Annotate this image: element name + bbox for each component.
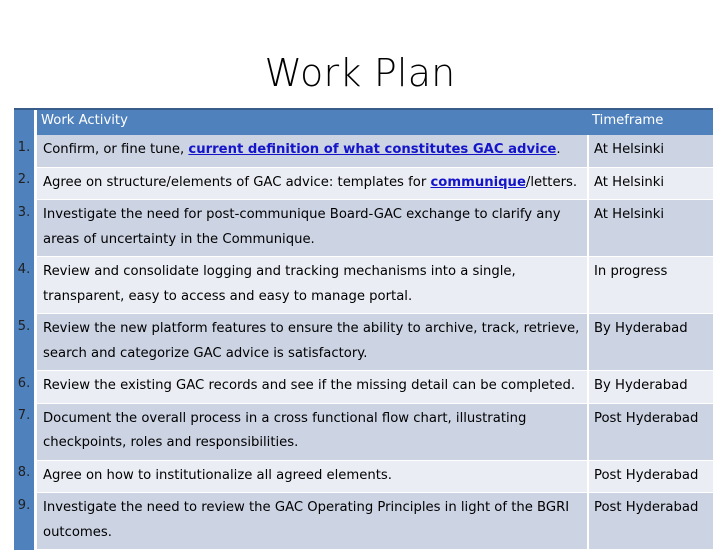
activity-text: Review the existing GAC records and see … [43,378,576,393]
table-row: 5. Review the new platform features to en… [14,313,713,371]
row-activity: Agree on structure/elements of GAC advic… [37,167,588,200]
activity-text: Agree on how to institutionalize all agr… [43,467,392,483]
page-title: Work Plan [264,51,456,95]
row-activity: Review the existing GAC records and see … [37,370,588,404]
row-activity: Investigate the need for post-communique… [37,199,588,257]
table-row: 7. Document the overall process in a cros… [14,403,713,461]
slide-root: Work Plan Work Activity Timeframe 1. Con… [0,0,720,550]
header-number-cell [14,108,34,135]
header-timeframe-cell: Timeframe [588,108,713,135]
activity-hyperlink[interactable]: current definition of what constitutes G… [188,142,556,157]
table-header-row: Work Activity Timeframe [14,108,713,135]
row-timeframe: In progress [587,256,713,314]
row-number: 6. [14,370,34,403]
row-timeframe: At Helsinki [587,199,713,257]
row-number: 3. [14,199,34,257]
row-number: 8. [14,460,34,493]
activity-text: Agree on structure/elements of GAC advic… [43,174,578,190]
work-plan-table-wrapper: Work Activity Timeframe 1. Confirm, or fi… [14,108,713,550]
activity-text: Document the overall process in a cross … [43,410,527,451]
header-timeframe-label: Timeframe [592,113,664,128]
header-activity-cell: Work Activity [37,108,588,135]
row-number: 9. [14,492,34,550]
row-number: 7. [14,403,34,460]
row-activity: Review and consolidate logging and track… [37,256,588,314]
table-row: 8. Agree on how to institutionalize all a… [14,460,713,493]
row-activity: Agree on how to institutionalize all agr… [37,460,588,493]
activity-text: Investigate the need to review the GAC O… [43,500,570,540]
table-row: 3. Investigate the need for post-communiq… [14,199,713,257]
activity-text: Confirm, or fine tune, current definitio… [43,142,561,157]
row-number: 5. [14,313,34,371]
row-timeframe: Post Hyderabad [587,403,713,461]
table-row: 1. Confirm, or fine tune, current definit… [14,135,713,168]
row-timeframe: At Helsinki [587,167,713,200]
row-timeframe: At Helsinki [587,135,713,168]
activity-text: Review and consolidate logging and track… [43,264,516,304]
table-row: 6. Review the existing GAC records and se… [14,370,713,404]
activity-text: Investigate the need for post-communique… [43,207,561,247]
row-timeframe: Post Hyderabad [587,492,713,550]
row-number: 2. [14,167,34,200]
row-activity: Review the new platform features to ensu… [37,313,588,371]
row-number: 4. [14,256,34,314]
row-timeframe: By Hyderabad [587,370,713,404]
table-row: 4. Review and consolidate logging and tra… [14,256,713,314]
work-plan-table: Work Activity Timeframe 1. Confirm, or fi… [14,108,713,550]
activity-hyperlink[interactable]: communique [430,175,525,190]
row-activity: Confirm, or fine tune, current definitio… [37,135,588,168]
row-activity: Document the overall process in a cross … [37,403,588,461]
row-timeframe: Post Hyderabad [587,460,713,493]
table-row: 2. Agree on structure/elements of GAC adv… [14,167,713,200]
row-activity: Investigate the need to review the GAC O… [37,492,588,550]
table-body: Work Activity Timeframe 1. Confirm, or fi… [14,108,713,550]
table-row: 9. Investigate the need to review the GAC… [14,492,713,550]
row-timeframe: By Hyderabad [587,313,713,371]
header-activity-label: Work Activity [41,113,128,128]
activity-text: Review the new platform features to ensu… [43,321,580,361]
row-number: 1. [14,135,34,167]
